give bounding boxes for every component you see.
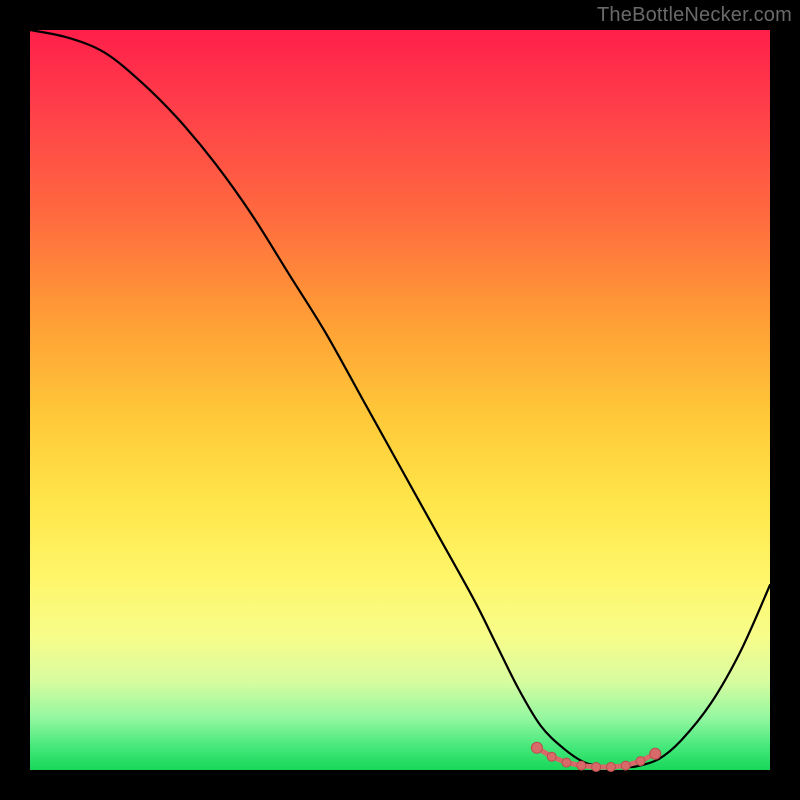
trough-marker <box>606 763 615 772</box>
trough-marker <box>592 763 601 772</box>
trough-marker <box>547 752 556 761</box>
chart-frame: TheBottleNecker.com <box>0 0 800 800</box>
chart-svg <box>30 30 770 770</box>
trough-marker <box>562 758 571 767</box>
trough-marker <box>577 761 586 770</box>
trough-marker <box>636 757 645 766</box>
trough-marker <box>621 761 630 770</box>
bottleneck-curve <box>30 30 770 767</box>
trough-markers-group <box>531 742 660 771</box>
watermark-text: TheBottleNecker.com <box>597 4 792 27</box>
trough-marker <box>650 748 661 759</box>
trough-marker <box>531 742 542 753</box>
chart-plot-area <box>30 30 770 770</box>
